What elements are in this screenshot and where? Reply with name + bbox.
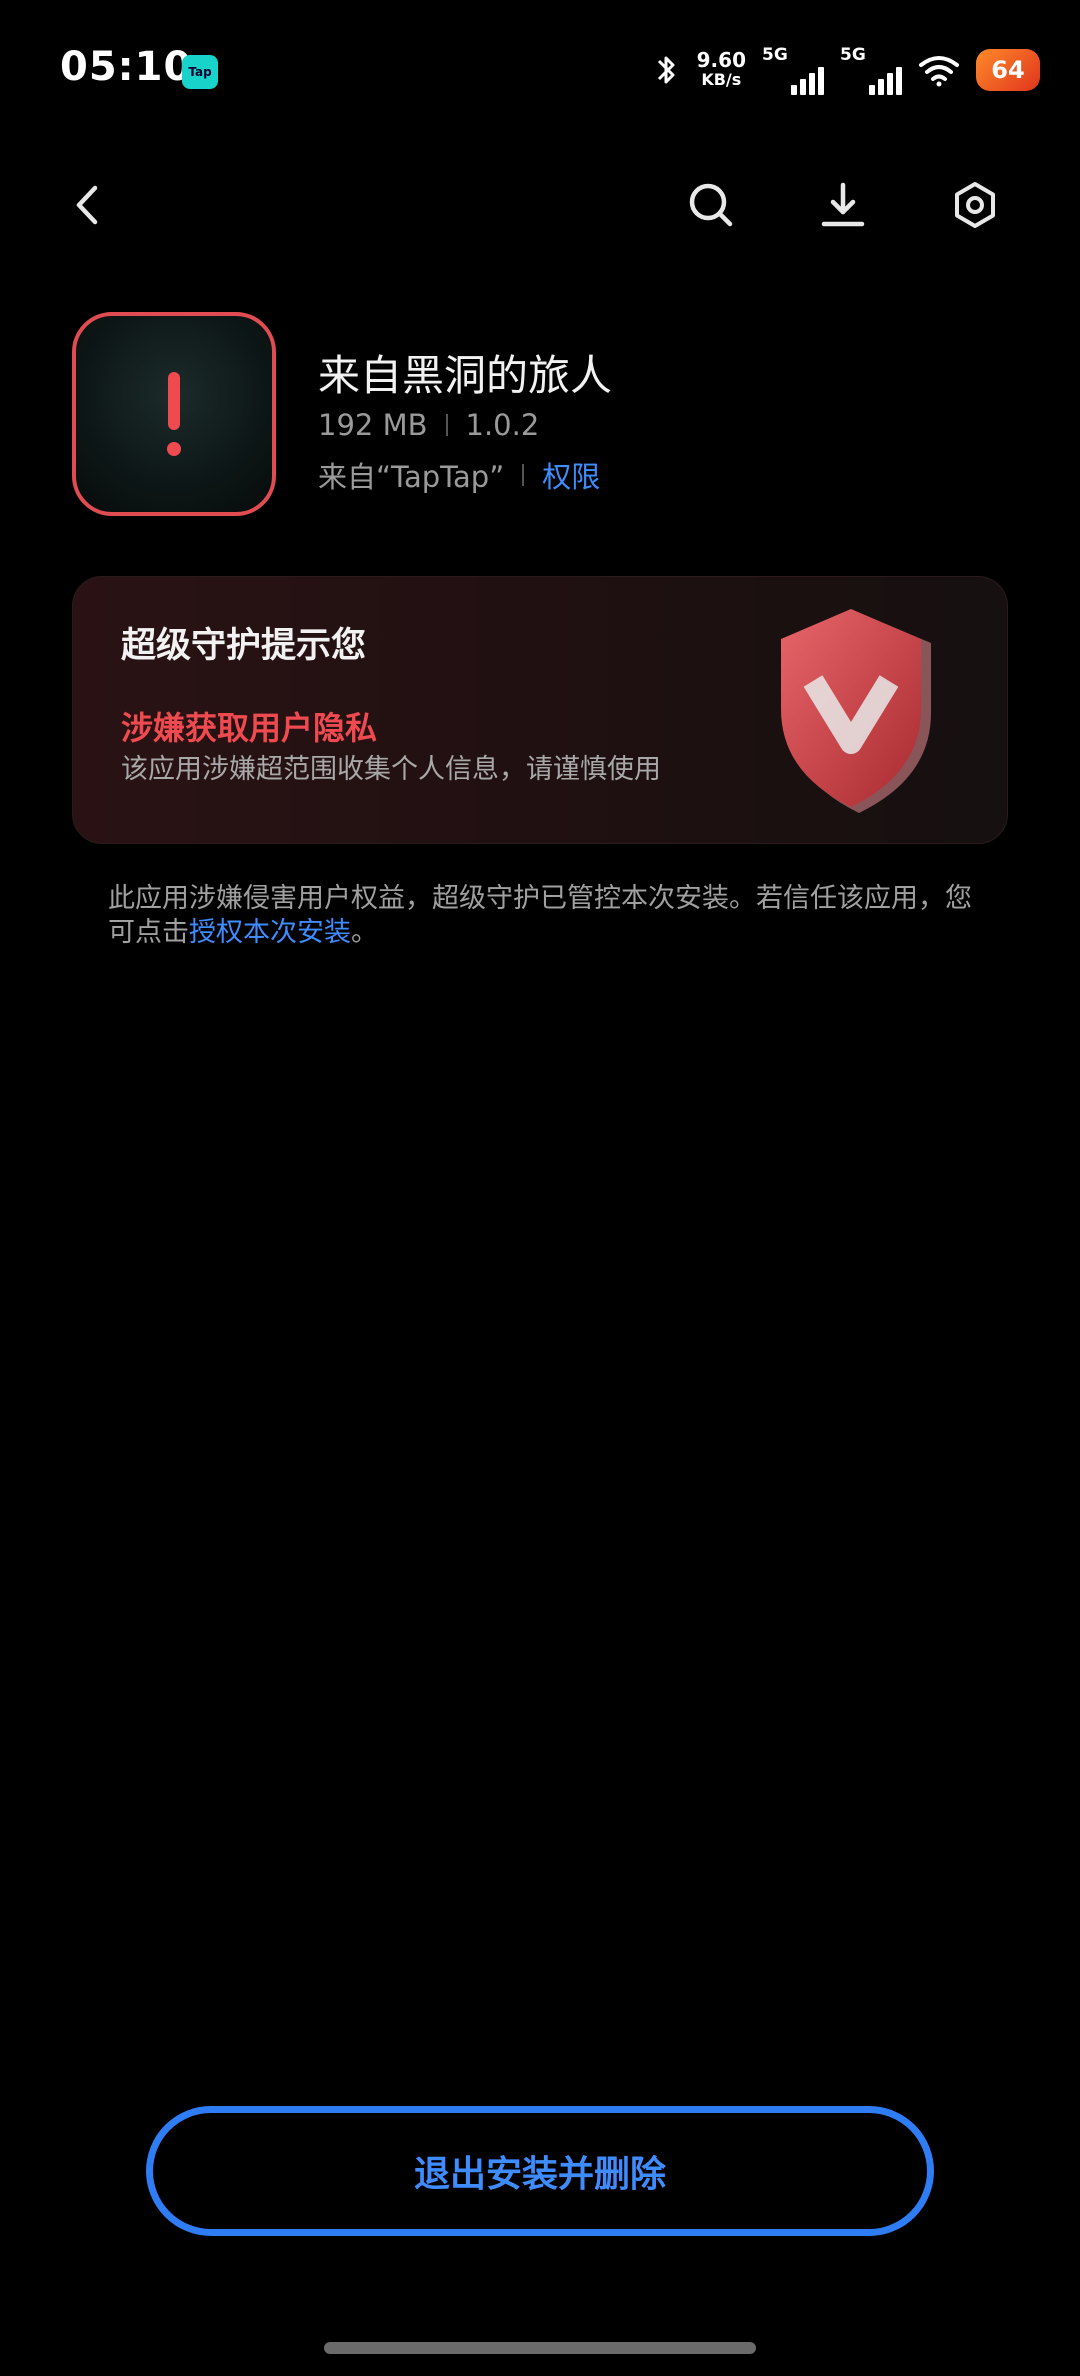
warning-risk: 涉嫌获取用户隐私 <box>121 709 378 747</box>
battery-level: 64 <box>991 56 1025 84</box>
settings-icon <box>955 182 995 228</box>
bluetooth-icon <box>657 56 675 84</box>
security-warning-card: 超级守护提示您 涉嫌获取用户隐私 该应用涉嫌超范围收集个人信息，请谨慎使用 <box>72 576 1008 844</box>
app-source-row: 来自“TapTap” 权限 <box>318 454 600 496</box>
exit-and-delete-button[interactable]: 退出安装并删除 <box>146 2106 934 2236</box>
network-speed: 9.60 KB/s <box>697 50 746 90</box>
sim2-signal-icon: 5G <box>840 45 902 95</box>
shield-icon <box>781 609 931 813</box>
back-button[interactable] <box>42 160 132 250</box>
home-indicator[interactable] <box>324 2342 756 2354</box>
notice-end: 。 <box>351 917 378 948</box>
status-time: 05:10 <box>60 44 193 90</box>
download-icon <box>821 182 865 227</box>
top-nav <box>0 160 1080 250</box>
network-speed-value: 9.60 <box>696 48 746 72</box>
source-divider <box>522 464 525 486</box>
network-speed-unit: KB/s <box>701 70 742 89</box>
taptap-notification-icon: Tap <box>182 55 218 89</box>
sim1-network-type: 5G <box>762 45 788 65</box>
download-button[interactable] <box>798 160 888 250</box>
sim2-network-type: 5G <box>840 45 866 65</box>
authorize-install-link[interactable]: 授权本次安装 <box>189 917 351 948</box>
status-bar: 05:10 Tap 9.60 KB/s 5G 5G 64 <box>0 0 1080 150</box>
warning-title: 超级守护提示您 <box>121 626 367 666</box>
app-version: 1.0.2 <box>465 408 540 442</box>
app-icon <box>72 312 276 516</box>
warning-description: 该应用涉嫌超范围收集个人信息，请谨慎使用 <box>121 754 661 785</box>
app-size: 192 MB <box>318 408 428 442</box>
app-name: 来自黑洞的旅人 <box>318 351 613 400</box>
search-button[interactable] <box>666 160 756 250</box>
warning-exclamation-icon <box>167 372 181 456</box>
meta-divider <box>445 414 448 436</box>
app-meta: 192 MB 1.0.2 <box>318 408 539 442</box>
status-indicators: 9.60 KB/s 5G 5G 64 <box>651 40 1040 100</box>
install-notice: 此应用涉嫌侵害用户权益，超级守护已管控本次安装。若信任该应用，您可点击授权本次安… <box>108 882 988 950</box>
permissions-link[interactable]: 权限 <box>542 454 600 496</box>
search-icon <box>689 183 733 227</box>
wifi-icon <box>919 56 959 87</box>
back-icon <box>76 185 98 225</box>
settings-button[interactable] <box>930 160 1020 250</box>
battery-icon: 64 <box>976 49 1040 91</box>
sim1-signal-icon: 5G <box>762 45 824 95</box>
app-source: 来自“TapTap” <box>318 460 505 494</box>
